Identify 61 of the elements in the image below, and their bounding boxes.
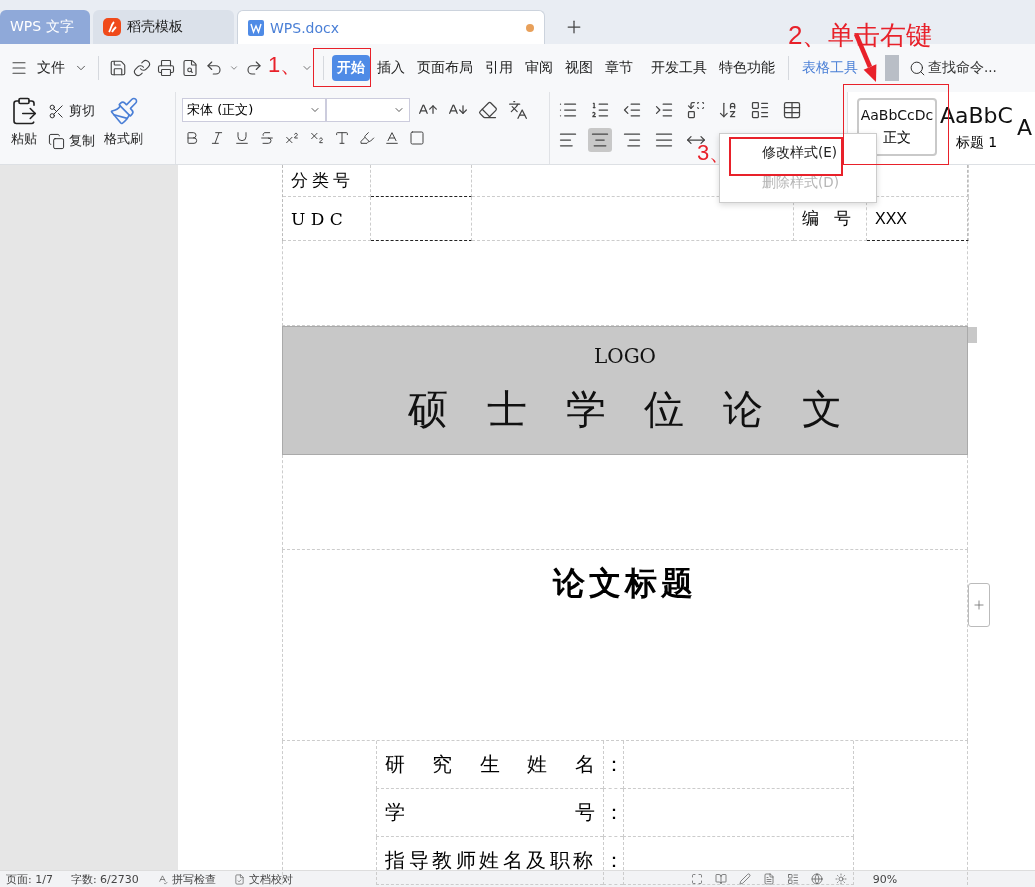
field-label: 研 究 生 姓 名 (385, 751, 595, 778)
sun-icon (834, 873, 847, 885)
globe-icon (810, 873, 823, 885)
document-tab[interactable]: 稻壳模板 (93, 10, 234, 44)
ribbon-tab[interactable]: 特色功能 (714, 55, 780, 81)
colon-text: ： (603, 751, 624, 778)
spellcheck-icon (156, 873, 168, 885)
ribbon-tab[interactable]: 引用 (480, 55, 518, 81)
ribbon-tab[interactable]: 视图 (560, 55, 598, 81)
status-item[interactable]: 90% (872, 872, 898, 886)
status-item[interactable]: 文档校对 (248, 871, 293, 887)
ribbon-tab[interactable]: 开发工具 (646, 55, 712, 81)
colon-text: ： (603, 799, 624, 826)
outline-icon (786, 873, 799, 885)
ribbon-tab[interactable]: 章节 (600, 55, 638, 81)
table-tools-tab[interactable]: 表格工具 (797, 55, 863, 81)
pinyin-icon[interactable] (506, 98, 530, 122)
link-icon[interactable] (131, 57, 153, 79)
paste-button[interactable]: 粘贴 (6, 96, 42, 160)
document-tab[interactable]: WPS.docx (237, 10, 545, 44)
ribbon-tab[interactable]: 审阅 (520, 55, 558, 81)
plus-icon (972, 598, 986, 612)
style-preset[interactable]: A (1015, 98, 1033, 156)
status-item[interactable]: 拼写检查 (171, 871, 216, 887)
font-size-field[interactable] (326, 98, 410, 122)
ribbon-tab[interactable]: 插入 (372, 55, 410, 81)
table-handle[interactable] (968, 327, 977, 343)
search-field[interactable]: 查找命令... (928, 59, 997, 77)
step-annotation: 1、 (268, 54, 303, 76)
font-field[interactable]: 宋体 (正文) (182, 98, 326, 122)
highlight-frame (313, 48, 371, 87)
colon-text: ： (603, 847, 624, 874)
align-icon[interactable] (588, 128, 612, 152)
status-item: 字数: 6/2730 (70, 871, 139, 887)
cut-button[interactable]: 剪切 (48, 96, 95, 126)
copy-button[interactable]: 复制 (48, 126, 95, 156)
field-label: 学 号 (385, 799, 595, 826)
table-cell: 分类号 (283, 165, 371, 197)
table-cell: U D C (283, 197, 371, 241)
degree-heading: 硕 士 学 位 论 文 (408, 385, 842, 434)
fullscreen-icon (690, 873, 703, 885)
overflow-handle[interactable] (885, 55, 899, 81)
paintbrush-icon (108, 96, 139, 126)
search-icon (909, 59, 926, 77)
ribbon-tab[interactable]: 页面布局 (412, 55, 478, 81)
field-label: 指导教师姓名及职称 (385, 847, 595, 874)
copy-icon (48, 132, 65, 150)
page-icon (762, 873, 775, 885)
document-check-icon (233, 873, 245, 885)
font-name: 宋体 (正文) (187, 101, 254, 119)
book-icon (714, 873, 727, 885)
document-logo-icon (248, 19, 264, 36)
pen-icon (738, 873, 751, 885)
logo-text: LOGO (593, 344, 657, 368)
file-menu[interactable]: 文件 (32, 55, 70, 81)
flame-logo-icon (103, 18, 121, 36)
scissors-icon (48, 102, 65, 120)
status-item: 页面: 1/7 (6, 871, 53, 887)
print-icon[interactable] (155, 57, 177, 79)
format-painter-button[interactable]: 格式刷 (101, 96, 146, 160)
thesis-title: 论文标题 (553, 563, 697, 602)
